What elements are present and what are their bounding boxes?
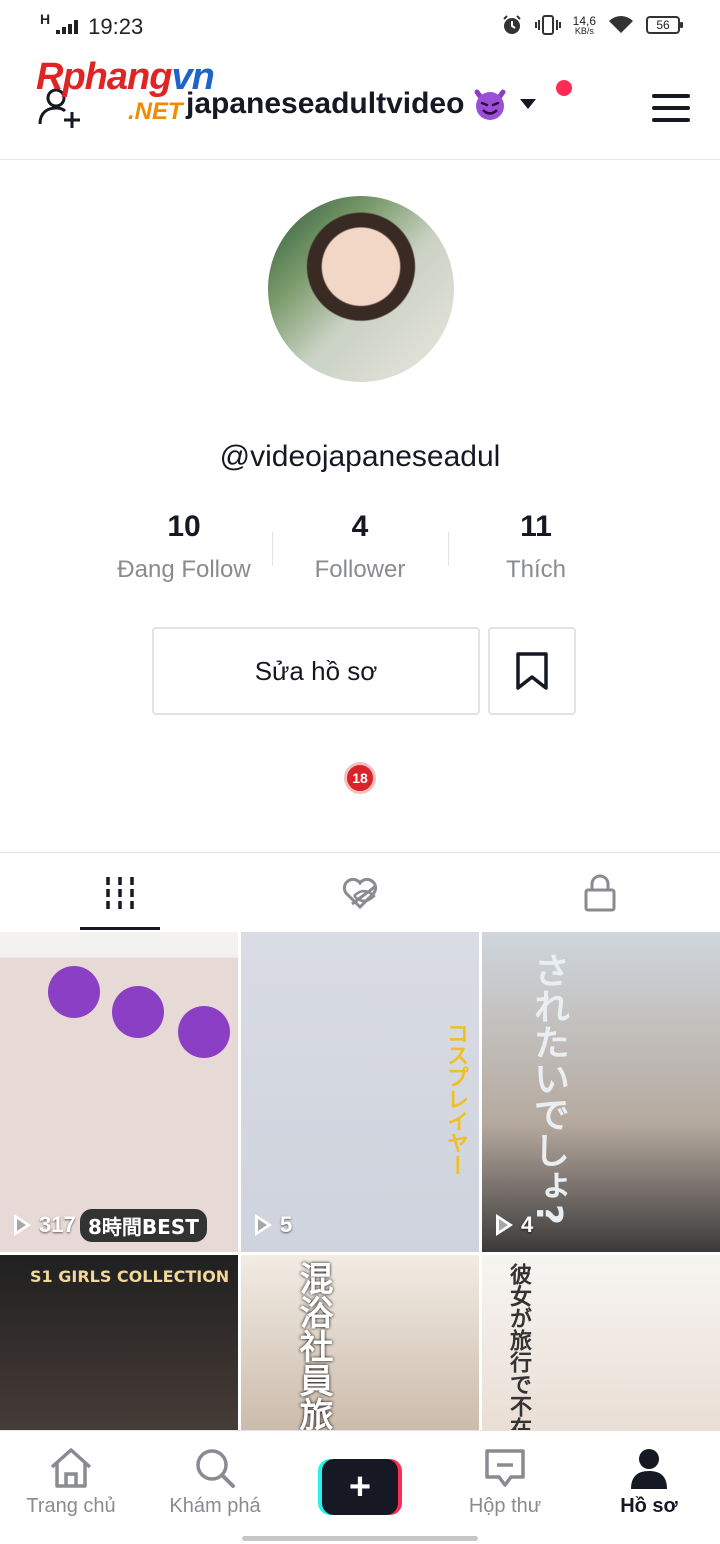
gesture-bar[interactable]: [242, 1536, 478, 1541]
video-tile[interactable]: されたいでしょ? 4: [482, 932, 720, 1252]
play-icon: [496, 1214, 513, 1236]
tab-liked[interactable]: [240, 853, 480, 932]
view-count: 4: [496, 1212, 533, 1238]
account-switcher[interactable]: japaneseadultvideo: [186, 86, 537, 122]
network-speed: 14,6 KB/s: [572, 13, 596, 36]
status-bar: H 19:23 14,6 KB/s 56: [0, 0, 720, 56]
video-caption: 8時間BEST: [80, 1209, 207, 1242]
devil-emoji-icon: [474, 89, 506, 120]
devil-emoji-icon: [112, 986, 164, 1038]
plus-icon: +: [322, 1459, 398, 1515]
bookmark-icon: [516, 652, 548, 690]
video-caption: 彼女が旅行で不在の間: [506, 1263, 531, 1430]
content-tabs: [0, 852, 720, 932]
battery-indicator: 56: [646, 16, 683, 34]
tab-videos[interactable]: [0, 853, 240, 932]
favorites-button[interactable]: [488, 627, 576, 715]
clock: 19:23: [88, 14, 144, 39]
alarm-icon: [502, 15, 521, 34]
tab-private[interactable]: [480, 853, 720, 932]
network-type: H: [40, 11, 51, 27]
menu-icon[interactable]: [652, 94, 690, 122]
profile-icon: [631, 1449, 667, 1489]
signal-icon: [56, 20, 79, 34]
likes-stat[interactable]: 11 Thích: [448, 510, 624, 590]
wifi-icon: [609, 16, 633, 33]
edit-profile-button[interactable]: Sửa hồ sơ: [152, 627, 480, 715]
nav-inbox[interactable]: Hộp thư: [445, 1447, 565, 1518]
video-tile[interactable]: S1 GIRLS COLLECTION: [0, 1255, 238, 1430]
nav-discover[interactable]: Khám phá: [155, 1447, 275, 1518]
view-count: 317: [14, 1212, 76, 1238]
notification-dot: [556, 80, 572, 96]
vibrate-icon: [534, 15, 561, 35]
profile-handle: @videojapaneseadul: [219, 440, 501, 473]
username: japaneseadultvideo: [186, 87, 465, 120]
video-caption: 混浴社員旅行: [293, 1261, 333, 1430]
profile-header: Rphangvn .NET japaneseadultvideo: [0, 56, 720, 160]
play-icon: [255, 1214, 272, 1236]
liked-hidden-icon: [342, 877, 378, 909]
age-restriction-badge: 18: [344, 762, 376, 794]
profile-stats: 10 Đang Follow 4 Follower 11 Thích: [96, 510, 624, 590]
bottom-navigation: Trang chủ Khám phá + Hộp thư Hồ sơ: [0, 1430, 720, 1544]
video-tile[interactable]: 8時間BEST 317: [0, 932, 238, 1252]
devil-emoji-icon: [48, 966, 100, 1018]
video-tile[interactable]: 彼女が旅行で不在の間: [482, 1255, 720, 1430]
home-icon: [50, 1448, 92, 1488]
nav-home[interactable]: Trang chủ: [11, 1447, 131, 1518]
chevron-down-icon: [520, 99, 537, 109]
view-count: 5: [255, 1212, 292, 1238]
video-tile[interactable]: コスプレイヤー 5: [241, 932, 479, 1252]
video-caption: コスプレイヤー: [443, 1022, 468, 1176]
video-tile[interactable]: 混浴社員旅行: [241, 1255, 479, 1430]
play-icon: [14, 1214, 31, 1236]
following-stat[interactable]: 10 Đang Follow: [96, 510, 272, 590]
video-caption: S1 GIRLS COLLECTION: [30, 1267, 230, 1286]
followers-stat[interactable]: 4 Follower: [272, 510, 448, 590]
nav-profile[interactable]: Hồ sơ: [589, 1447, 709, 1518]
create-video-button[interactable]: +: [318, 1459, 402, 1515]
videos-grid-icon: [106, 876, 134, 909]
video-grid: 8時間BEST 317 コスプレイヤー 5 されたいでしょ? 4 S1 GIRL…: [0, 932, 720, 1430]
avatar[interactable]: [268, 196, 454, 382]
video-caption: されたいでしょ?: [528, 952, 569, 1225]
devil-emoji-icon: [178, 1006, 230, 1058]
inbox-icon: [485, 1449, 525, 1487]
search-icon: [196, 1449, 235, 1488]
lock-icon: [584, 874, 616, 911]
